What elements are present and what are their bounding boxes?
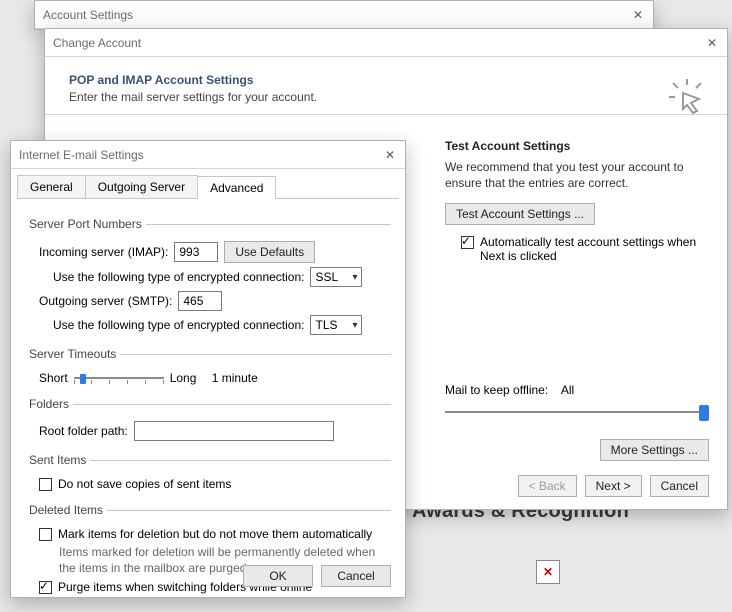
header-title: POP and IMAP Account Settings bbox=[69, 73, 703, 87]
root-folder-label: Root folder path: bbox=[39, 424, 128, 438]
mark-deletion-checkbox[interactable] bbox=[39, 528, 52, 541]
mail-keep-slider[interactable] bbox=[445, 405, 709, 419]
chevron-down-icon: ▾ bbox=[352, 320, 357, 331]
close-icon[interactable]: ✕ bbox=[383, 148, 397, 162]
tab-outgoing-server[interactable]: Outgoing Server bbox=[85, 175, 198, 198]
row-incoming-enc: Use the following type of encrypted conn… bbox=[53, 267, 391, 287]
window-internet-email-settings: Internet E-mail Settings ✕ General Outgo… bbox=[10, 140, 406, 598]
legend-deleted-items: Deleted Items bbox=[25, 503, 107, 517]
test-account-settings-button[interactable]: Test Account Settings ... bbox=[445, 203, 595, 225]
ok-button[interactable]: OK bbox=[243, 565, 313, 587]
window-account-settings: Account Settings ✕ bbox=[34, 0, 654, 30]
titlebar-iemail: Internet E-mail Settings ✕ bbox=[11, 141, 405, 169]
close-icon[interactable]: ✕ bbox=[705, 36, 719, 50]
tab-advanced[interactable]: Advanced bbox=[197, 176, 276, 199]
fieldset-sent-items: Sent Items Do not save copies of sent it… bbox=[25, 453, 391, 495]
mail-keep-section: Mail to keep offline: All bbox=[445, 383, 709, 419]
slider-thumb[interactable] bbox=[80, 374, 86, 384]
cancel-button[interactable]: Cancel bbox=[650, 475, 709, 497]
root-folder-input[interactable] bbox=[134, 421, 334, 441]
timeout-short-label: Short bbox=[39, 371, 68, 385]
auto-test-row[interactable]: Automatically test account settings when… bbox=[461, 235, 709, 263]
mark-deletion-label: Mark items for deletion but do not move … bbox=[58, 527, 372, 541]
timeout-value: 1 minute bbox=[212, 371, 258, 385]
close-icon[interactable]: ✕ bbox=[631, 8, 645, 22]
row-timeout: Short Long 1 minute bbox=[39, 371, 391, 385]
cursor-click-icon bbox=[669, 79, 709, 119]
tab-general[interactable]: General bbox=[17, 175, 86, 198]
outgoing-label: Outgoing server (SMTP): bbox=[39, 294, 172, 308]
legend-timeouts: Server Timeouts bbox=[25, 347, 120, 361]
dialog-buttons: OK Cancel bbox=[243, 565, 391, 587]
outgoing-enc-select[interactable]: TLS ▾ bbox=[310, 315, 362, 335]
fieldset-folders: Folders Root folder path: bbox=[25, 397, 391, 445]
titlebar-account-settings: Account Settings ✕ bbox=[35, 1, 653, 29]
incoming-port-input[interactable] bbox=[174, 242, 218, 262]
advanced-pane: Server Port Numbers Incoming server (IMA… bbox=[11, 199, 405, 612]
auto-test-checkbox[interactable] bbox=[461, 236, 474, 249]
test-section-text: We recommend that you test your account … bbox=[445, 159, 709, 191]
row-outgoing-enc: Use the following type of encrypted conn… bbox=[53, 315, 391, 335]
slider-track bbox=[74, 377, 164, 379]
more-settings-wrap: More Settings ... bbox=[600, 439, 709, 461]
broken-image-icon: ✕ bbox=[536, 560, 560, 584]
outgoing-port-input[interactable] bbox=[178, 291, 222, 311]
title-account-settings: Account Settings bbox=[43, 8, 631, 22]
slider-track bbox=[445, 411, 709, 413]
legend-folders: Folders bbox=[25, 397, 73, 411]
purge-checkbox[interactable] bbox=[39, 581, 52, 594]
next-button[interactable]: Next > bbox=[585, 475, 642, 497]
slider-thumb[interactable] bbox=[699, 405, 709, 421]
row-mark-deletion[interactable]: Mark items for deletion but do not move … bbox=[39, 527, 391, 541]
row-no-copies[interactable]: Do not save copies of sent items bbox=[39, 477, 391, 491]
row-incoming: Incoming server (IMAP): Use Defaults bbox=[39, 241, 391, 263]
no-copies-checkbox[interactable] bbox=[39, 478, 52, 491]
header-subtitle: Enter the mail server settings for your … bbox=[69, 90, 703, 104]
incoming-enc-select[interactable]: SSL ▾ bbox=[310, 267, 362, 287]
wizard-nav: < Back Next > Cancel bbox=[518, 475, 709, 497]
no-copies-label: Do not save copies of sent items bbox=[58, 477, 231, 491]
incoming-label: Incoming server (IMAP): bbox=[39, 245, 168, 259]
row-outgoing: Outgoing server (SMTP): bbox=[39, 291, 391, 311]
outgoing-enc-label: Use the following type of encrypted conn… bbox=[53, 318, 304, 332]
timeout-slider[interactable] bbox=[74, 371, 164, 385]
mail-keep-label: Mail to keep offline: bbox=[445, 383, 548, 397]
title-iemail: Internet E-mail Settings bbox=[19, 148, 383, 162]
cancel-button[interactable]: Cancel bbox=[321, 565, 391, 587]
titlebar-change-account: Change Account ✕ bbox=[45, 29, 727, 57]
incoming-enc-value: SSL bbox=[315, 270, 338, 284]
row-root-folder: Root folder path: bbox=[39, 421, 391, 441]
title-change-account: Change Account bbox=[53, 36, 705, 50]
use-defaults-button[interactable]: Use Defaults bbox=[224, 241, 315, 263]
auto-test-label: Automatically test account settings when… bbox=[480, 235, 709, 263]
chevron-down-icon: ▾ bbox=[352, 272, 357, 283]
header-band: POP and IMAP Account Settings Enter the … bbox=[45, 57, 727, 115]
outgoing-enc-value: TLS bbox=[315, 318, 337, 332]
legend-sent-items: Sent Items bbox=[25, 453, 90, 467]
more-settings-button[interactable]: More Settings ... bbox=[600, 439, 709, 461]
incoming-enc-label: Use the following type of encrypted conn… bbox=[53, 270, 304, 284]
timeout-long-label: Long bbox=[170, 371, 197, 385]
mail-keep-value: All bbox=[561, 383, 574, 397]
fieldset-timeouts: Server Timeouts Short Long 1 minute bbox=[25, 347, 391, 389]
fieldset-server-ports: Server Port Numbers Incoming server (IMA… bbox=[25, 217, 391, 339]
right-column: Test Account Settings We recommend that … bbox=[445, 139, 709, 459]
legend-server-ports: Server Port Numbers bbox=[25, 217, 146, 231]
tab-strip: General Outgoing Server Advanced bbox=[17, 175, 399, 199]
test-section-title: Test Account Settings bbox=[445, 139, 709, 153]
back-button[interactable]: < Back bbox=[518, 475, 577, 497]
